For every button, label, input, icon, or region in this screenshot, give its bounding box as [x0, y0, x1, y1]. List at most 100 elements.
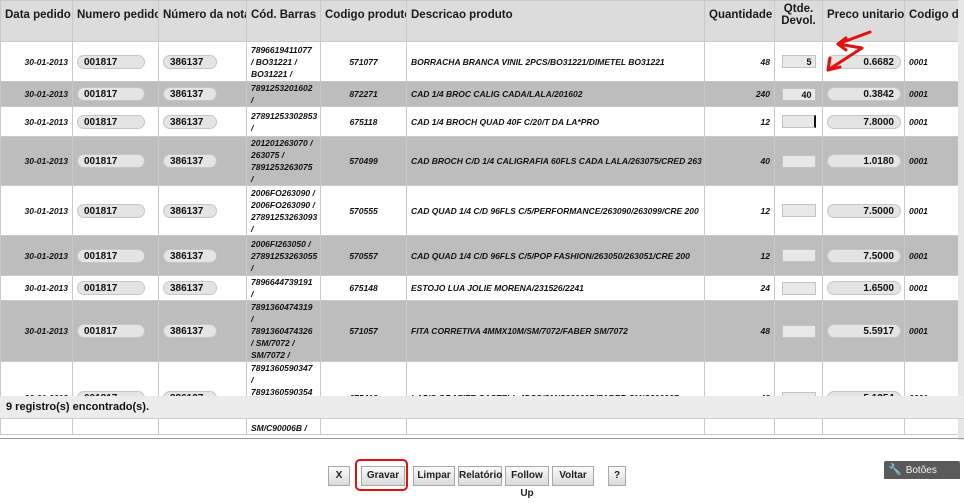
cell-numero-pedido: 001817 [73, 186, 159, 236]
header-codigo-produto[interactable]: Codigo produto [321, 1, 407, 42]
help-button[interactable]: ? [608, 466, 626, 486]
follow-up-button[interactable]: Follow Up [505, 466, 549, 486]
nota-field: 386137 [163, 154, 217, 168]
red-arrows-annotation [820, 28, 880, 80]
relatorio-button[interactable]: Relatório [458, 466, 502, 486]
cell-cod-barras: 2006FI263050 / 27891253263055 / [247, 236, 321, 276]
cell-codigo-produto: 571077 [321, 42, 407, 82]
cell-quantidade: 48 [705, 301, 775, 362]
cell-quantidade: 12 [705, 236, 775, 276]
cell-numero-pedido: 001817 [73, 107, 159, 137]
preco-field: 1.0180 [827, 154, 901, 168]
cell-numero-pedido: 001817 [73, 236, 159, 276]
limpar-button[interactable]: Limpar [413, 466, 455, 486]
cell-codigo-de: 0001 [905, 137, 964, 186]
cell-qtde-devol: 5 [775, 42, 823, 82]
cell-cod-barras: 2006FO263090 / 2006FO263090 / 2789125326… [247, 186, 321, 236]
table-row[interactable]: 30-01-2013 001817 386137 7891253201602 /872… [1, 82, 964, 107]
header-quantidade[interactable]: Quantidade [705, 1, 775, 42]
cell-data-pedido: 30-01-2013 [1, 301, 73, 362]
pedido-field: 001817 [77, 249, 145, 263]
cell-data-pedido: 30-01-2013 [1, 107, 73, 137]
voltar-button[interactable]: Voltar [552, 466, 594, 486]
nota-field: 386137 [163, 281, 217, 295]
pedido-field: 001817 [77, 115, 145, 129]
cell-descricao: BORRACHA BRANCA VINIL 2PCS/BO31221/DIMET… [407, 42, 705, 82]
nota-field: 386137 [163, 115, 217, 129]
cell-codigo-de: 0001 [905, 42, 964, 82]
cell-quantidade: 12 [705, 107, 775, 137]
qtde-devol-input[interactable] [782, 204, 816, 217]
nota-field: 386137 [163, 324, 217, 338]
cell-descricao: FITA CORRETIVA 4MMX10M/SM/7072/FABER SM/… [407, 301, 705, 362]
header-codigo-de[interactable]: Codigo de [905, 1, 964, 42]
table-row[interactable]: 30-01-20130018173861377891360474319 / 78… [1, 301, 964, 362]
cell-codigo-de: 0001 [905, 82, 964, 107]
cell-data-pedido: 30-01-2013 [1, 82, 73, 107]
cell-numero-nota: 386137 [159, 236, 247, 276]
qtde-devol-input[interactable] [782, 155, 816, 168]
header-data-pedido[interactable]: Data pedido [1, 1, 73, 42]
cell-descricao: CAD 1/4 BROCH QUAD 40F C/20/T DA LA*PRO [407, 107, 705, 137]
cell-codigo-produto: 570555 [321, 186, 407, 236]
header-numero-pedido[interactable]: Numero pedido [73, 1, 159, 42]
cell-qtde-devol [775, 236, 823, 276]
pedido-field: 001817 [77, 324, 145, 338]
qtde-devol-input[interactable] [782, 249, 816, 262]
cell-data-pedido: 30-01-2013 [1, 236, 73, 276]
nota-field: 386137 [163, 87, 217, 101]
cell-qtde-devol: 40 [775, 82, 823, 107]
cell-descricao: CAD QUAD 1/4 C/D 96FLS C/5/PERFORMANCE/2… [407, 186, 705, 236]
qtde-devol-input[interactable] [782, 325, 816, 338]
cell-numero-nota: 386137 [159, 186, 247, 236]
cell-quantidade: 240 [705, 82, 775, 107]
gravar-highlight-box [355, 459, 408, 491]
cell-codigo-produto: 571057 [321, 301, 407, 362]
close-x-button[interactable]: X [328, 466, 350, 486]
table-row[interactable]: 30-01-20130018173861372006FO263090 / 200… [1, 186, 964, 236]
cell-codigo-produto: 675118 [321, 107, 407, 137]
preco-field: 0.3842 [827, 87, 901, 101]
cell-cod-barras: 7891253201602 / [247, 82, 321, 107]
header-numero-nota[interactable]: Número da nota [159, 1, 247, 42]
table-row[interactable]: 30-01-2013 001817 3861372006FI263050 / 278… [1, 236, 964, 276]
cell-numero-pedido: 001817 [73, 82, 159, 107]
scroll-strip[interactable] [958, 0, 964, 440]
cell-numero-pedido: 001817 [73, 42, 159, 82]
cell-descricao: CAD 1/4 BROC CALIG CADA/LALA/201602 [407, 82, 705, 107]
cell-qtde-devol [775, 276, 823, 301]
header-cod-barras[interactable]: Cód. Barras [247, 1, 321, 42]
cell-codigo-produto: 872271 [321, 82, 407, 107]
table-row[interactable]: 30-01-2013001817386137201201263070 / 263… [1, 137, 964, 186]
pedido-field: 001817 [77, 87, 145, 101]
cell-qtde-devol [775, 301, 823, 362]
qtde-devol-input[interactable] [782, 115, 816, 128]
cell-preco: 1.0180 [823, 137, 905, 186]
cell-codigo-de: 0001 [905, 276, 964, 301]
table-row[interactable]: 30-01-20130018173861377896644739191 /675… [1, 276, 964, 301]
cell-cod-barras: 7896619411077 / BO31221 / BO31221 / [247, 42, 321, 82]
nota-field: 386137 [163, 204, 217, 218]
cell-preco: 7.8000 [823, 107, 905, 137]
nota-field: 386137 [163, 55, 217, 69]
cell-descricao: CAD BROCH C/D 1/4 CALIGRAFIA 60FLS CADA … [407, 137, 705, 186]
header-qtde-devol[interactable]: Qtde. Devol. [775, 1, 823, 42]
cell-codigo-de: 0001 [905, 236, 964, 276]
botoes-tab[interactable]: 🔧Botões [884, 461, 960, 479]
cell-codigo-produto: 570499 [321, 137, 407, 186]
table-row[interactable]: 30-01-201300181738613727891253302853 /67… [1, 107, 964, 137]
preco-field: 7.5000 [827, 249, 901, 263]
qtde-devol-input[interactable] [782, 282, 816, 295]
wrench-icon: 🔧 [888, 461, 902, 479]
qtde-devol-input[interactable]: 5 [782, 55, 816, 68]
header-descricao-produto[interactable]: Descricao produto [407, 1, 705, 42]
cell-quantidade: 40 [705, 137, 775, 186]
cell-qtde-devol [775, 107, 823, 137]
qtde-devol-input[interactable]: 40 [782, 88, 816, 101]
cell-numero-pedido: 001817 [73, 276, 159, 301]
cell-data-pedido: 30-01-2013 [1, 276, 73, 301]
cell-numero-nota: 386137 [159, 42, 247, 82]
preco-field: 5.5917 [827, 324, 901, 338]
pedido-field: 001817 [77, 204, 145, 218]
cell-codigo-de: 0001 [905, 186, 964, 236]
